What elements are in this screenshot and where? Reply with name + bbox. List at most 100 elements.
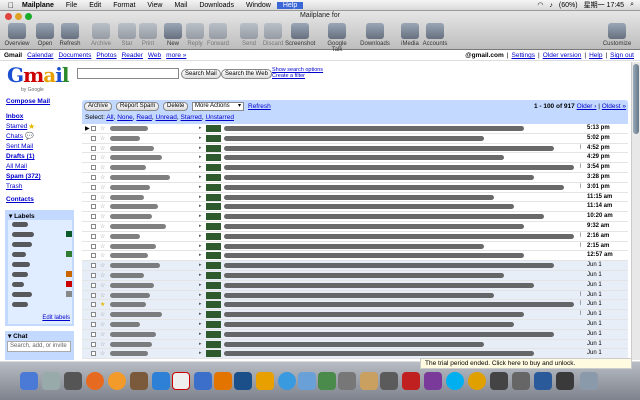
- scrollbar[interactable]: [631, 62, 640, 360]
- row-checkbox[interactable]: [91, 292, 96, 298]
- label-color-swatch[interactable]: [66, 251, 72, 257]
- battery-status[interactable]: (60%): [559, 2, 578, 9]
- gmail-logo[interactable]: Gmail by Google: [7, 63, 69, 95]
- label-item[interactable]: [12, 292, 32, 297]
- sidebar-item-all-mail[interactable]: All Mail: [6, 163, 27, 170]
- row-checkbox[interactable]: [91, 273, 96, 278]
- star-icon[interactable]: ☆: [100, 272, 105, 279]
- star-icon[interactable]: ☆: [100, 243, 105, 250]
- star-icon[interactable]: ☆: [100, 184, 105, 191]
- star-icon[interactable]: ★: [100, 301, 105, 308]
- row-checkbox[interactable]: [91, 145, 96, 151]
- email-row[interactable]: ☆ ▸ ⌇ 3:01 pm: [82, 182, 628, 193]
- email-row[interactable]: ☆ ▸ 4:29 pm: [82, 153, 628, 164]
- email-row[interactable]: ☆ ▸ 5:02 pm: [82, 133, 628, 144]
- email-row[interactable]: ☆ ▸ 12:57 am: [82, 251, 628, 262]
- nav-gmail[interactable]: Gmail: [4, 52, 22, 59]
- star-icon[interactable]: ☆: [100, 213, 105, 220]
- select-read[interactable]: Read: [136, 114, 152, 121]
- archive-button[interactable]: Archive: [84, 102, 113, 111]
- toolbar-button-downloads[interactable]: Downloads: [360, 23, 390, 47]
- row-checkbox[interactable]: [91, 233, 96, 239]
- row-checkbox[interactable]: [91, 135, 96, 141]
- email-row[interactable]: ☆ ▸ Jun 1: [82, 280, 628, 291]
- row-checkbox[interactable]: [91, 253, 96, 259]
- email-row[interactable]: ☆ ▸ 3:28 pm: [82, 173, 628, 183]
- app-icon[interactable]: [512, 372, 530, 390]
- email-row[interactable]: ★ ▸ ⌇ Jun 1: [82, 300, 628, 311]
- spotlight-icon[interactable]: ⌕: [630, 1, 634, 9]
- trial-banner[interactable]: The trial period ended. Click here to bu…: [420, 358, 632, 369]
- app-icon[interactable]: [256, 372, 274, 390]
- app-icon[interactable]: [424, 372, 442, 390]
- menu-app-name[interactable]: Mailplane: [16, 2, 60, 9]
- app-icon[interactable]: [318, 372, 336, 390]
- label-item[interactable]: [12, 242, 32, 247]
- preferences-icon[interactable]: [64, 372, 82, 390]
- star-icon[interactable]: ☆: [100, 194, 105, 201]
- email-row[interactable]: ☆ ▸ 11:14 am: [82, 202, 628, 213]
- select-unread[interactable]: Unread: [156, 114, 177, 121]
- app-icon[interactable]: [490, 372, 508, 390]
- star-icon[interactable]: ☆: [100, 282, 105, 289]
- row-checkbox[interactable]: [91, 331, 96, 337]
- row-checkbox[interactable]: [91, 243, 96, 249]
- acrobat-icon[interactable]: [402, 372, 420, 390]
- help-link[interactable]: Help: [589, 52, 602, 59]
- sign-out-link[interactable]: Sign out: [610, 52, 634, 59]
- label-color-swatch[interactable]: [66, 231, 72, 237]
- menu-window[interactable]: Window: [240, 2, 277, 9]
- email-row[interactable]: ☆ ▸ Jun 1: [82, 329, 628, 340]
- nav-photos[interactable]: Photos: [96, 52, 116, 59]
- delete-button[interactable]: Delete: [163, 102, 189, 111]
- scrollbar-thumb[interactable]: [633, 64, 639, 134]
- email-row[interactable]: ☆ ▸ 10:20 am: [82, 212, 628, 222]
- mail-app-icon[interactable]: [152, 372, 170, 390]
- star-icon[interactable]: ☆: [100, 233, 105, 240]
- row-checkbox[interactable]: [91, 165, 96, 171]
- label-item[interactable]: [12, 282, 24, 287]
- sidebar-item-trash[interactable]: Trash: [6, 183, 22, 190]
- select-all[interactable]: All: [106, 114, 113, 121]
- toolbar-button-accounts[interactable]: Accounts: [420, 23, 450, 47]
- email-row[interactable]: ☆ ▸ ⌇ Jun 1: [82, 310, 628, 320]
- music-icon[interactable]: [108, 372, 126, 390]
- email-row[interactable]: ☆ ▸ 9:32 am: [82, 222, 628, 232]
- dashboard-icon[interactable]: [42, 372, 60, 390]
- finder-icon[interactable]: [20, 372, 38, 390]
- row-checkbox[interactable]: [91, 341, 96, 347]
- trash-icon[interactable]: [580, 372, 598, 390]
- select-none[interactable]: None: [117, 114, 133, 121]
- nav-more[interactable]: more »: [166, 52, 186, 59]
- menu-file[interactable]: File: [60, 2, 83, 9]
- email-row[interactable]: ☆ ▸ ⌇ 2:16 am: [82, 231, 628, 242]
- email-row[interactable]: ☆ ▸ Jun 1: [82, 261, 628, 271]
- settings-link[interactable]: Settings: [512, 52, 536, 59]
- row-checkbox[interactable]: [91, 351, 96, 357]
- label-item[interactable]: [12, 302, 28, 307]
- menu-view[interactable]: View: [141, 2, 168, 9]
- email-row[interactable]: ☆ ▸ Jun 1: [82, 271, 628, 281]
- older-link[interactable]: Older ›: [577, 103, 597, 110]
- star-icon[interactable]: ☆: [100, 331, 105, 338]
- label-color-swatch[interactable]: [66, 271, 72, 277]
- chat-search-input[interactable]: Search, add, or invite: [7, 341, 71, 352]
- sidebar-item-starred[interactable]: Starred: [6, 123, 27, 130]
- row-checkbox[interactable]: [91, 204, 96, 210]
- row-checkbox[interactable]: [91, 302, 96, 308]
- select-unstarred[interactable]: Unstarred: [205, 114, 234, 121]
- dollar-app-icon[interactable]: [468, 372, 486, 390]
- star-icon[interactable]: ☆: [100, 145, 105, 152]
- volume-icon[interactable]: ♪: [549, 2, 553, 9]
- label-color-swatch[interactable]: [66, 291, 72, 297]
- toolbar-button-overview[interactable]: Overview: [2, 23, 32, 47]
- nav-web[interactable]: Web: [148, 52, 161, 59]
- star-icon[interactable]: ☆: [100, 341, 105, 348]
- toolbar-button-discard[interactable]: Discard: [258, 23, 288, 47]
- row-checkbox[interactable]: [91, 322, 96, 327]
- label-color-swatch[interactable]: [66, 281, 72, 287]
- menu-mail[interactable]: Mail: [168, 2, 193, 9]
- star-icon[interactable]: ☆: [100, 311, 105, 318]
- calendar-icon[interactable]: [172, 372, 190, 390]
- email-row[interactable]: ☆ ▸ ⌇ Jun 1: [82, 290, 628, 301]
